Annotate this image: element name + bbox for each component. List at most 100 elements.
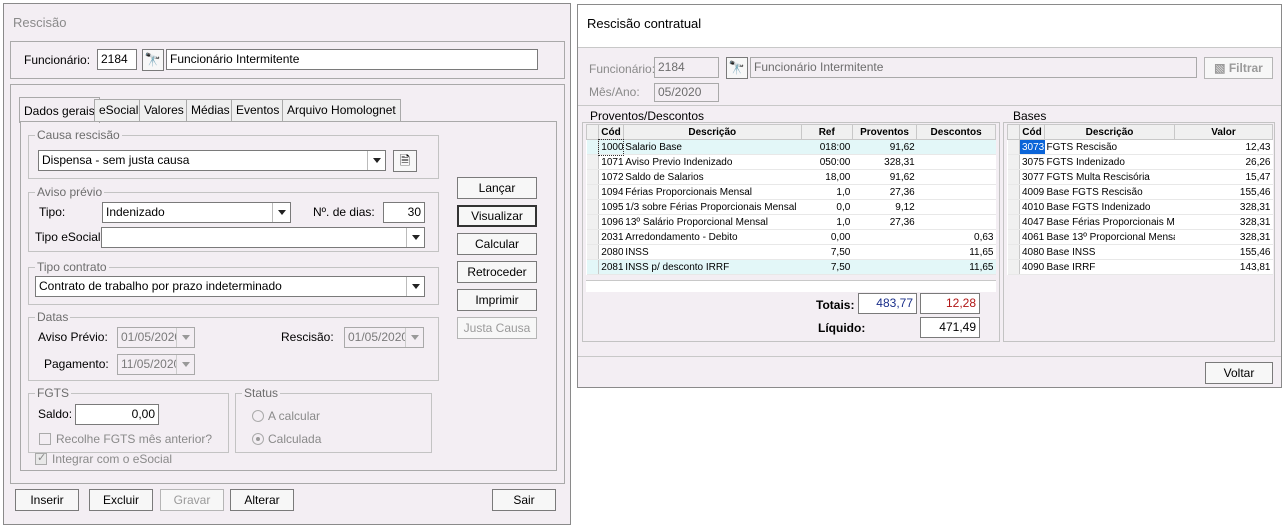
causa-select[interactable]: Dispensa - sem justa causa [38, 150, 386, 171]
row-indicator [1007, 229, 1020, 245]
tab-arquivo-homolognet[interactable]: Arquivo Homolognet [282, 99, 401, 121]
col-descricao[interactable]: Descrição [622, 124, 802, 140]
calcular-button[interactable]: Calcular [457, 233, 537, 255]
col-cod[interactable]: Cód [598, 124, 624, 140]
col-cod[interactable]: Cód [1019, 124, 1045, 140]
datas-group: Datas Aviso Prévio: 01/05/2020 Rescisão:… [28, 310, 439, 381]
voltar-button[interactable]: Voltar [1205, 362, 1273, 384]
search-binoculars-icon[interactable]: 🔭 [142, 49, 164, 71]
pagamento-date[interactable]: 11/05/2020 [117, 354, 195, 375]
tab-eventos[interactable]: Eventos [231, 99, 285, 121]
table-row[interactable]: 3075 FGTS Indenizado 26,26 [1007, 154, 1273, 170]
rescisao-contratual-window: Rescisão contratual Funcionário: 2184 🔭 … [577, 4, 1282, 388]
integrar-checkbox[interactable]: ✓ [35, 452, 47, 465]
cell-cod: 4061 [1019, 229, 1045, 245]
row-indicator [1007, 154, 1020, 170]
table-row[interactable]: 2081 INSS p/ desconto IRRF 7,50 11,65 [586, 259, 996, 275]
table-row[interactable]: 3077 FGTS Multa Rescisória 15,47 [1007, 169, 1273, 185]
rescisao-date[interactable]: 01/05/2020 [344, 327, 424, 348]
tab-valores[interactable]: Valores [139, 99, 189, 121]
chevron-down-icon [176, 328, 194, 347]
lancar-button[interactable]: Lançar [457, 177, 537, 199]
funcionario-code-input[interactable]: 2184 [654, 57, 719, 78]
inserir-button[interactable]: Inserir [15, 489, 79, 511]
totais-label: Totais: [816, 298, 855, 312]
status-a-calcular-radio[interactable] [252, 410, 264, 422]
cell-ref: 050:00 [801, 154, 853, 170]
chevron-down-icon [176, 355, 194, 374]
row-indicator [586, 244, 600, 260]
gravar-button[interactable]: Gravar [160, 489, 224, 511]
cell-cod: 3077 [1019, 169, 1045, 185]
mesano-input[interactable]: 05/2020 [654, 83, 719, 102]
table-row[interactable]: 4010 Base FGTS Indenizado 328,31 [1007, 199, 1273, 215]
table-row[interactable]: 4047Base Férias Proporcionais Mens328,31 [1007, 214, 1273, 230]
col-descricao[interactable]: Descrição [1044, 124, 1175, 140]
cell-ref: 18,00 [801, 169, 853, 185]
table-row[interactable]: 2080 INSS 7,50 11,65 [586, 244, 996, 260]
tab-content: Causa rescisão Dispensa - sem justa caus… [20, 121, 557, 471]
chevron-down-icon [406, 277, 424, 296]
funcionario-name-input[interactable]: Funcionário Intermitente [166, 49, 538, 70]
footer: Voltar [578, 356, 1281, 387]
totais-proventos: 483,77 [858, 293, 917, 314]
retroceder-button[interactable]: Retroceder [457, 261, 537, 283]
table-row[interactable]: 2031 Arredondamento - Debito 0,00 0,63 [586, 229, 996, 245]
table-row[interactable]: 1094 Férias Proporcionais Mensal 1,0 27,36 [586, 184, 996, 200]
ndias-input[interactable]: 30 [383, 202, 425, 223]
table-row[interactable]: 1072 Saldo de Salarios 18,00 91,62 [586, 169, 996, 185]
justa-causa-button[interactable]: Justa Causa [457, 317, 537, 339]
table-row[interactable]: 1095 1/3 sobre Férias Proporcionais Mensa… [586, 199, 996, 215]
cell-val: 328,31 [1174, 199, 1273, 215]
document-icon[interactable]: 🗎 [393, 150, 417, 172]
status-calculada-radio[interactable] [252, 433, 264, 445]
tipo-esocial-select[interactable] [101, 227, 425, 248]
table-row[interactable]: 4090 Base IRRF 143,81 [1007, 259, 1273, 275]
visualizar-button[interactable]: Visualizar [457, 205, 537, 227]
excluir-button[interactable]: Excluir [89, 489, 153, 511]
filtrar-button[interactable]: ▧ Filtrar [1204, 57, 1273, 79]
check-icon: ✓ [37, 452, 47, 464]
aviso-previo-date[interactable]: 01/05/2020 [117, 327, 195, 348]
table-row[interactable]: 1071 Aviso Previo Indenizado 050:00 328,31 [586, 154, 996, 170]
cell-desc: INSS p/ desconto IRRF [623, 259, 802, 275]
saldo-input[interactable]: 0,00 [75, 404, 159, 425]
cell-cod: 2031 [598, 229, 624, 245]
row-indicator [1007, 244, 1020, 260]
funcionario-panel: Funcionário: 2184 🔭 Funcionário Intermit… [10, 41, 565, 79]
tipo-esocial-label: Tipo eSocial: [35, 230, 104, 244]
col-descontos[interactable]: Descontos [916, 124, 996, 140]
cell-val: 328,31 [1174, 229, 1273, 245]
table-row[interactable]: 4061 Base 13º Proporcional Mensal 328,31 [1007, 229, 1273, 245]
recolhe-checkbox[interactable] [39, 433, 51, 445]
contrato-select[interactable]: Contrato de trabalho por prazo indetermi… [35, 276, 425, 297]
cell-desc_v [916, 199, 996, 215]
cell-cod: 1071 [598, 154, 624, 170]
tabs-panel: Dados gerais eSocial Valores Médias Even… [10, 84, 565, 484]
imprimir-button[interactable]: Imprimir [457, 289, 537, 311]
alterar-button[interactable]: Alterar [230, 489, 294, 511]
cell-val: 155,46 [1174, 184, 1273, 200]
table-row[interactable]: 4080 Base INSS 155,46 [1007, 244, 1273, 260]
table-row[interactable]: 1096 13º Salário Proporcional Mensal 1,0 27… [586, 214, 996, 230]
cell-desc: Base FGTS Indenizado [1044, 199, 1175, 215]
table-row[interactable]: 3073 FGTS Rescisão 12,43 [1007, 139, 1273, 155]
cell-desc: 1/3 sobre Férias Proporcionais Mensal [623, 199, 802, 215]
row-indicator [586, 139, 600, 155]
aviso-tipo-select[interactable]: Indenizado [102, 202, 291, 223]
sair-button[interactable]: Sair [492, 489, 556, 511]
funcionario-name-input[interactable]: Funcionário Intermitente [750, 57, 1197, 78]
cell-val: 12,43 [1174, 139, 1273, 155]
col-proventos[interactable]: Proventos [851, 124, 918, 140]
cell-desc_v [916, 214, 996, 230]
table-row[interactable]: 1000 Salario Base 018:00 91,62 [586, 138, 996, 156]
col-valor[interactable]: Valor [1174, 124, 1273, 140]
funcionario-code-input[interactable]: 2184 [97, 49, 137, 70]
tab-medias[interactable]: Médias [186, 99, 235, 121]
table-row[interactable]: 4009 Base FGTS Rescisão 155,46 [1007, 184, 1273, 200]
search-binoculars-icon[interactable]: 🔭 [726, 57, 748, 79]
tab-dados-gerais[interactable]: Dados gerais [19, 97, 100, 123]
col-ref[interactable]: Ref [800, 124, 853, 140]
tab-esocial[interactable]: eSocial [94, 99, 144, 121]
chevron-down-icon [405, 328, 423, 347]
